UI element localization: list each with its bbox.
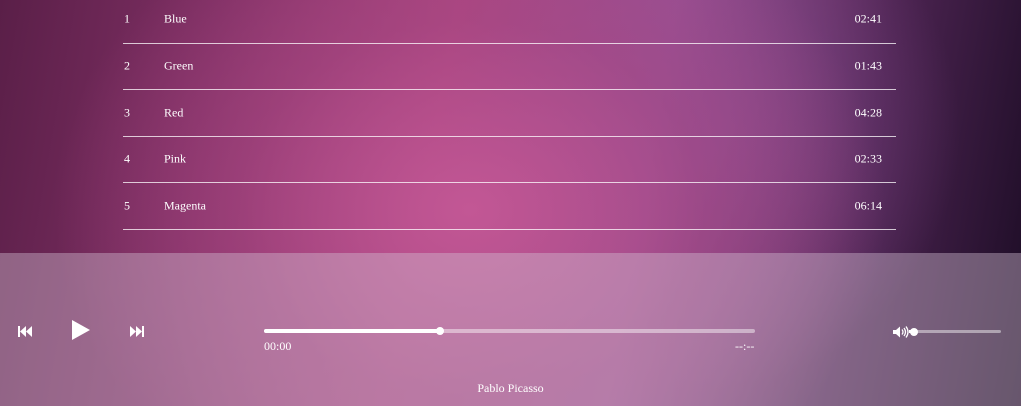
track-title: Pink <box>164 151 187 166</box>
current-time: 00:00 <box>264 339 292 353</box>
track-row[interactable]: 2 Green 01:43 <box>123 44 896 90</box>
track-duration: 06:14 <box>854 198 882 213</box>
play-icon <box>72 320 90 340</box>
volume-slider[interactable] <box>909 327 1001 336</box>
track-number: 5 <box>124 198 130 213</box>
volume-icon <box>893 326 909 338</box>
track-duration: 02:41 <box>854 11 882 26</box>
volume-button[interactable] <box>893 325 909 343</box>
seek-bar-fill <box>264 329 440 333</box>
track-number: 2 <box>124 58 130 73</box>
skip-previous-icon <box>18 326 32 337</box>
track-row[interactable]: 3 Red 04:28 <box>123 90 896 137</box>
track-number: 1 <box>124 11 130 26</box>
track-row[interactable]: 1 Blue 02:41 <box>123 0 896 44</box>
track-number: 4 <box>124 151 130 166</box>
track-number: 3 <box>124 105 130 120</box>
track-title: Magenta <box>164 198 206 213</box>
track-row[interactable]: 4 Pink 02:33 <box>123 137 896 183</box>
track-title: Red <box>164 105 184 120</box>
track-title: Blue <box>164 11 187 26</box>
playlist: 1 Blue 02:41 2 Green 01:43 3 Red 04:28 4… <box>123 0 896 230</box>
seek-handle[interactable] <box>435 327 444 335</box>
track-duration: 02:33 <box>854 151 882 166</box>
next-button[interactable] <box>130 326 144 337</box>
volume-handle[interactable] <box>909 327 918 336</box>
track-duration: 04:28 <box>854 105 882 120</box>
skip-next-icon <box>130 326 144 337</box>
track-title: Green <box>164 58 194 73</box>
play-button[interactable] <box>72 320 90 340</box>
player-bar: 00:00 --:-- Pablo Picasso <box>0 253 1021 406</box>
artist-name: Pablo Picasso <box>477 381 544 395</box>
track-duration: 01:43 <box>854 58 882 73</box>
track-row[interactable]: 5 Magenta 06:14 <box>123 183 896 230</box>
seek-bar[interactable] <box>264 327 755 335</box>
total-time: --:-- <box>735 339 755 353</box>
previous-button[interactable] <box>18 326 32 337</box>
